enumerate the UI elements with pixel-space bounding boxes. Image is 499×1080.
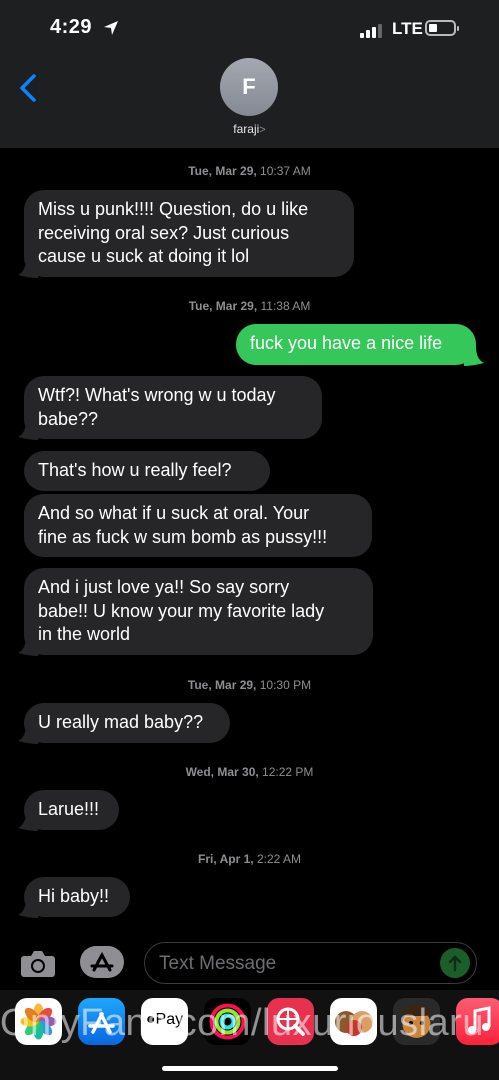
status-bar: 4:29 LTE — [0, 0, 499, 60]
conversation-header: 4:29 LTE F faraji> — [0, 0, 499, 148]
contact-name-row[interactable]: faraji> — [0, 122, 499, 136]
send-arrow-icon — [448, 955, 462, 972]
message-timestamp: Wed, Mar 30, 12:22 PM — [185, 765, 314, 779]
message-input[interactable]: Text Message — [144, 942, 477, 984]
clock: 4:29 — [50, 16, 93, 38]
outgoing-message-bubble[interactable]: fuck you have a nice life — [236, 324, 476, 365]
home-indicator[interactable] — [162, 1066, 338, 1071]
contact-avatar[interactable]: F — [220, 58, 278, 116]
message-timestamp: Tue, Mar 29, 11:38 AM — [188, 299, 311, 313]
network-type: LTE — [392, 19, 423, 38]
incoming-message-bubble[interactable]: Hi baby!! — [24, 877, 130, 917]
location-arrow-icon — [104, 21, 118, 35]
contact-chevron-icon: > — [259, 124, 266, 136]
app-store-drawer-icon[interactable] — [80, 946, 124, 978]
incoming-message-bubble[interactable]: U really mad baby?? — [24, 703, 230, 743]
message-timestamp: Tue, Mar 29, 10:30 PM — [187, 678, 312, 692]
message-timestamp: Tue, Mar 29, 10:37 AM — [188, 164, 311, 178]
incoming-message-bubble[interactable]: Larue!!! — [24, 790, 119, 830]
incoming-message-bubble[interactable]: And i just love ya!! So say sorry babe!! … — [24, 568, 373, 655]
cellular-signal-icon — [360, 24, 382, 38]
camera-icon[interactable] — [20, 948, 56, 978]
contact-name: faraji — [233, 122, 260, 136]
back-chevron-icon[interactable] — [16, 72, 40, 104]
message-timestamp: Fri, Apr 1, 2:22 AM — [198, 852, 301, 866]
incoming-message-bubble[interactable]: That's how u really feel? — [24, 451, 270, 491]
incoming-message-bubble[interactable]: Wtf?! What's wrong w u today babe?? — [24, 376, 322, 439]
message-input-placeholder: Text Message — [159, 953, 277, 974]
send-button[interactable] — [440, 948, 470, 978]
battery-icon — [425, 20, 459, 36]
incoming-message-bubble[interactable]: And so what if u suck at oral. Your fine … — [24, 494, 372, 557]
watermark-text: OnlyFans.com/luxuriouslaru — [0, 1002, 484, 1044]
incoming-message-bubble[interactable]: Miss u punk!!!! Question, do u like recei… — [24, 190, 354, 277]
